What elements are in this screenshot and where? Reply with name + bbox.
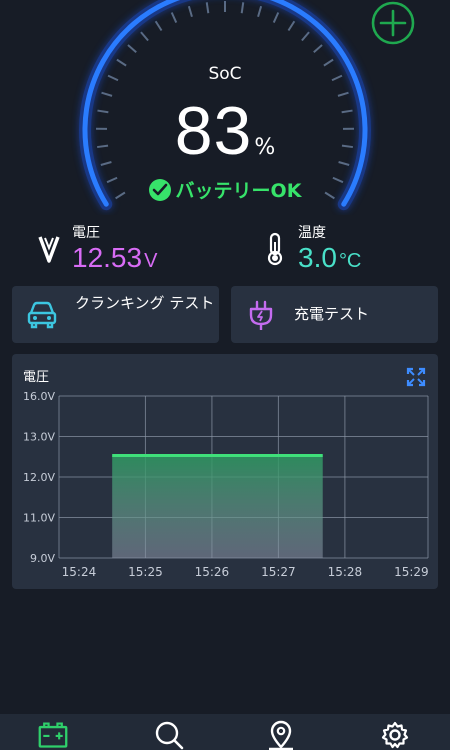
gauge-tick xyxy=(127,44,137,54)
chart-y-labels: 16.0V 13.0V 12.0V 11.0V 9.0V xyxy=(23,390,55,565)
chart-x-tick-label: 15:29 xyxy=(394,565,429,579)
temperature-value: 3.0 °C xyxy=(298,242,361,274)
charge-test-button[interactable]: 充電テスト xyxy=(231,286,438,343)
plug-icon xyxy=(249,300,273,330)
chart-x-labels: 15:24 15:25 15:26 15:27 15:28 15:29 xyxy=(62,565,429,579)
voltage-unit: V xyxy=(144,250,158,272)
voltage-metric: 電圧 12.53 V xyxy=(38,222,218,277)
battery-status-text: バッテリーOK xyxy=(175,180,302,202)
gauge-tick xyxy=(257,5,263,18)
chart-x-tick-label: 15:26 xyxy=(195,565,230,579)
chart-title: 電圧 xyxy=(23,370,50,385)
battery-icon[interactable] xyxy=(38,720,68,750)
voltage-value: 12.53 V xyxy=(72,242,157,274)
gauge-tick xyxy=(287,20,296,32)
gauge-tick xyxy=(154,20,163,32)
chart-x-tick-label: 15:24 xyxy=(62,565,97,579)
cranking-test-label: クランキング テスト xyxy=(75,294,215,312)
gauge-tick xyxy=(313,44,323,54)
gauge-tick xyxy=(205,2,210,14)
soc-number: 83 xyxy=(174,93,253,169)
temperature-metric: 温度 3.0 °C xyxy=(264,222,444,277)
gauge-tick xyxy=(240,2,245,14)
thermometer-icon xyxy=(267,232,283,266)
chart-y-tick-label: 12.0V xyxy=(23,471,55,484)
chart-y-tick-label: 16.0V xyxy=(23,390,55,403)
gauge-tick xyxy=(170,12,178,23)
expand-icon[interactable] xyxy=(406,367,426,387)
chart-area-fill xyxy=(112,455,323,558)
chart-y-tick-label: 9.0V xyxy=(30,552,55,565)
voltage-chart: 16.0V 13.0V 12.0V 11.0V 9.0V 15:24 15:25 15:26… xyxy=(23,390,429,579)
temperature-label: 温度 xyxy=(298,225,326,241)
location-pin-icon[interactable] xyxy=(266,720,296,750)
car-icon xyxy=(27,301,57,329)
voltage-chart-card: 16.0V 13.0V 12.0V 11.0V 9.0V 15:24 15:25 15:26… xyxy=(12,354,438,589)
voltage-label: 電圧 xyxy=(72,225,100,241)
gauge-tick xyxy=(301,31,310,42)
check-circle-icon xyxy=(148,179,171,201)
battery-status: バッテリーOK xyxy=(0,176,450,203)
gear-icon[interactable] xyxy=(380,720,410,750)
cranking-test-button[interactable]: クランキング テスト xyxy=(12,286,219,343)
gauge-tick xyxy=(140,31,149,42)
chart-y-tick-label: 13.0V xyxy=(23,431,55,444)
chart-y-tick-label: 11.0V xyxy=(23,512,55,525)
soc-unit: % xyxy=(254,135,276,160)
temperature-unit: °C xyxy=(338,250,362,272)
soc-label: SoC xyxy=(208,64,242,84)
chart-x-tick-label: 15:28 xyxy=(328,565,363,579)
chart-series-area xyxy=(112,454,323,558)
soc-value: 83% xyxy=(0,92,450,170)
charge-test-label: 充電テスト xyxy=(294,305,370,323)
chart-x-tick-label: 15:27 xyxy=(261,565,296,579)
chart-x-tick-label: 15:25 xyxy=(128,565,163,579)
search-icon[interactable] xyxy=(154,720,184,750)
gauge-tick xyxy=(187,5,193,18)
voltage-icon xyxy=(38,236,60,263)
bottom-navigation xyxy=(0,714,450,750)
plus-circle-icon[interactable] xyxy=(371,1,415,45)
voltage-number: 12.53 xyxy=(72,242,143,273)
gauge-tick xyxy=(272,12,280,23)
temperature-number: 3.0 xyxy=(298,242,337,273)
